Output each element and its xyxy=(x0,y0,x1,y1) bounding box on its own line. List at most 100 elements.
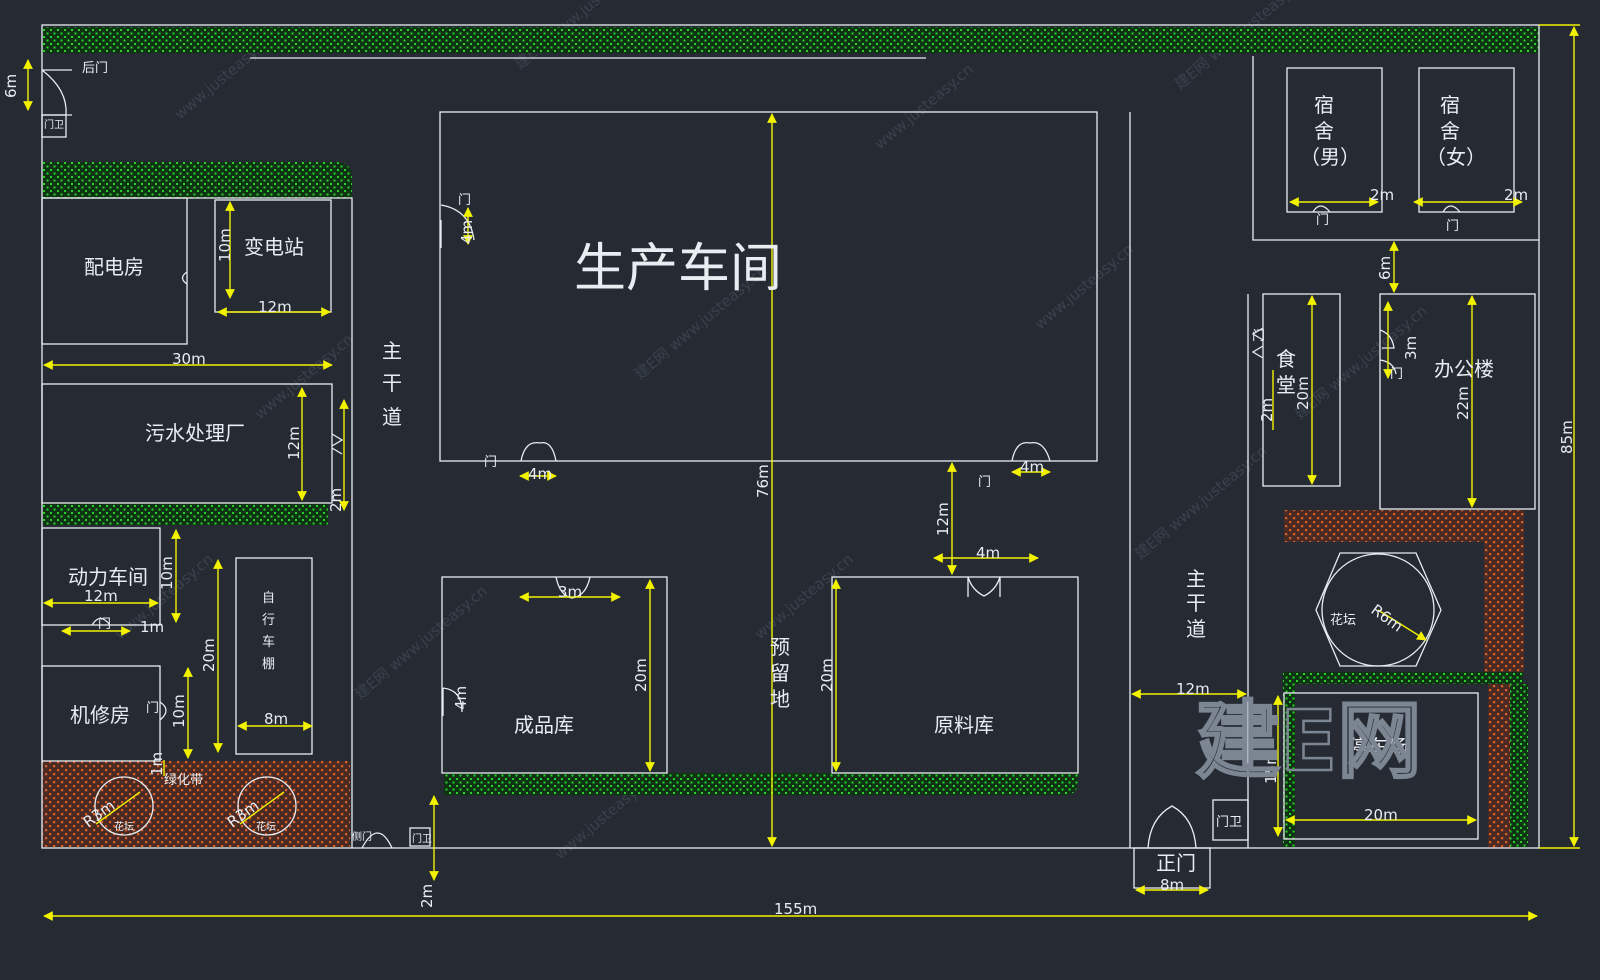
right-orange-band xyxy=(1284,510,1524,542)
svg-text:自: 自 xyxy=(262,591,275,606)
dim-label-3m-office: 3m xyxy=(1402,336,1420,360)
svg-text:地: 地 xyxy=(770,687,790,711)
svg-text:行: 行 xyxy=(262,613,275,628)
raw-material-outline xyxy=(831,576,1079,774)
main-gate-label: 正门 xyxy=(1156,851,1196,875)
svg-text:棚: 棚 xyxy=(262,657,275,672)
dim-label-12m-sub: 12m xyxy=(258,298,292,316)
canteen-label: 食 堂 xyxy=(1276,347,1296,397)
greenbelt-label: 绿化带 xyxy=(164,773,203,788)
main-road-label-right: 主 干 道 xyxy=(1186,567,1206,641)
main-guard-label: 门卫 xyxy=(1216,815,1242,830)
svg-text:舍: 舍 xyxy=(1314,119,1334,143)
dim-label-6m-back: 6m xyxy=(2,74,20,98)
main-gate-swing xyxy=(1147,805,1197,849)
repair-door xyxy=(159,701,167,721)
watermark-text: 建E网 www.justeasy.cn xyxy=(1131,442,1271,563)
office-label: 办公楼 xyxy=(1434,357,1494,381)
svg-text:干: 干 xyxy=(1186,591,1206,615)
dim-label-2m-dorm-f: 2m xyxy=(1504,186,1528,204)
flower-bed-label-left: 花坛 xyxy=(114,820,134,833)
door-label-prod-west: 门 xyxy=(458,193,471,208)
upper-left-green-belt xyxy=(42,162,352,198)
dim-label-12m-pw: 12m xyxy=(84,587,118,605)
door-label-prod: 门 xyxy=(484,455,497,470)
parking-top-green xyxy=(1283,672,1523,684)
svg-text:食: 食 xyxy=(1276,347,1296,371)
sewage-door xyxy=(331,433,344,455)
dim-label-1m-v: 1m xyxy=(148,752,166,776)
dim-label-8m-bike: 8m xyxy=(264,710,288,728)
reserved-land-label: 预 留 地 xyxy=(770,635,790,711)
svg-text:干: 干 xyxy=(382,371,402,395)
dim-label-12m-sewage: 12m xyxy=(285,426,303,460)
raw-material-label: 原料库 xyxy=(934,713,994,737)
dim-label-20m-canteen: 20m xyxy=(1294,376,1312,410)
dim-label-4m-prod: 4m xyxy=(458,220,476,244)
prod-door-south-a xyxy=(520,441,557,462)
finished-goods-label: 成品库 xyxy=(514,713,574,737)
watermark-text: www.justeasy.cn xyxy=(1031,240,1137,333)
repair-label: 机修房 xyxy=(70,703,130,727)
watermark-text: www.justeasy.cn xyxy=(251,330,357,423)
svg-text:道: 道 xyxy=(382,405,402,429)
door-label-canteen: 门 xyxy=(1252,329,1265,344)
svg-text:主: 主 xyxy=(1186,567,1206,591)
svg-text:预: 预 xyxy=(770,635,790,659)
main-road-label-left: 主 干 道 xyxy=(382,339,402,429)
site-plan-drawing: www.justeasy.cn 建E网 www.justeasy.cn www.ju… xyxy=(2,0,1580,921)
svg-text:道: 道 xyxy=(1186,617,1206,641)
flower-bed-label-hex: 花坛 xyxy=(1330,612,1356,628)
dim-label-10m-repair: 10m xyxy=(170,694,188,728)
dim-label-20m-finished: 20m xyxy=(632,658,650,692)
dim-label-30m: 30m xyxy=(172,350,206,368)
dim-label-4m-raw: 4m xyxy=(976,544,1000,562)
mid-left-green-belt xyxy=(42,503,328,525)
dim-label-2m-canteen: 2m xyxy=(1258,398,1276,422)
side-gate-label: 侧门 xyxy=(352,830,372,843)
dorm-male-outline xyxy=(1286,67,1383,213)
dim-label-1m: 1m xyxy=(140,618,164,636)
dim-label-2m-bottom: 2m xyxy=(418,884,436,908)
svg-text:（女）: （女） xyxy=(1426,145,1486,169)
dim-label-10m-pw: 10m xyxy=(158,556,176,590)
dim-label-12m-mid: 12m xyxy=(934,502,952,536)
sewage-label: 污水处理厂 xyxy=(145,421,245,445)
door-label-dorm-f: 门 xyxy=(1446,219,1459,234)
power-workshop-label: 动力车间 xyxy=(68,565,148,589)
production-label: 生产车间 xyxy=(574,239,782,299)
dim-label-r6m: R6m xyxy=(1368,601,1407,636)
door-label-office: 门 xyxy=(1390,367,1403,382)
watermark-text: www.justeasy.cn xyxy=(751,550,857,643)
door-label-repair: 门 xyxy=(146,701,159,716)
power-room-label: 配电房 xyxy=(84,255,144,279)
dim-label-20m-raw: 20m xyxy=(818,658,836,692)
door-label-pw: 门 xyxy=(98,617,111,632)
parking-orange-edge xyxy=(1488,684,1510,848)
watermark-brand: 建E网 xyxy=(1196,692,1421,790)
top-green-belt xyxy=(42,27,1539,53)
svg-text:宿: 宿 xyxy=(1440,93,1460,117)
dorm-door-swings xyxy=(1312,205,1461,213)
parking-right-green xyxy=(1510,684,1528,848)
svg-text:（男）: （男） xyxy=(1300,145,1360,169)
dim-label-2m-sewage: 2m xyxy=(327,488,345,512)
dim-label-8m-gate: 8m xyxy=(1160,876,1184,894)
dim-label-4m-a: 4m xyxy=(528,465,552,483)
dim-label-22m-office: 22m xyxy=(1454,386,1472,420)
door-label-raw: 门 xyxy=(978,475,991,490)
svg-text:堂: 堂 xyxy=(1276,373,1296,397)
dim-label-76m: 76m xyxy=(754,464,772,498)
svg-text:舍: 舍 xyxy=(1440,119,1460,143)
dorm-male-label: 宿 舍 （男） xyxy=(1300,93,1360,169)
flower-bed-label-right: 花坛 xyxy=(256,820,276,833)
dim-label-10m-sub: 10m xyxy=(216,228,234,262)
svg-text:主: 主 xyxy=(382,339,402,363)
door-label-dorm-m: 门 xyxy=(1316,213,1329,228)
watermark-text: www.justeasy.cn xyxy=(871,60,977,153)
bike-shed-label: 自 行 车 棚 xyxy=(262,591,275,672)
dim-label-6m-mid: 6m xyxy=(1376,256,1394,280)
watermark-text: 建E网 www.justeasy.cn xyxy=(351,582,491,703)
dim-label-2m-dorm-m: 2m xyxy=(1370,186,1394,204)
back-gate-label: 后门 xyxy=(82,61,108,76)
